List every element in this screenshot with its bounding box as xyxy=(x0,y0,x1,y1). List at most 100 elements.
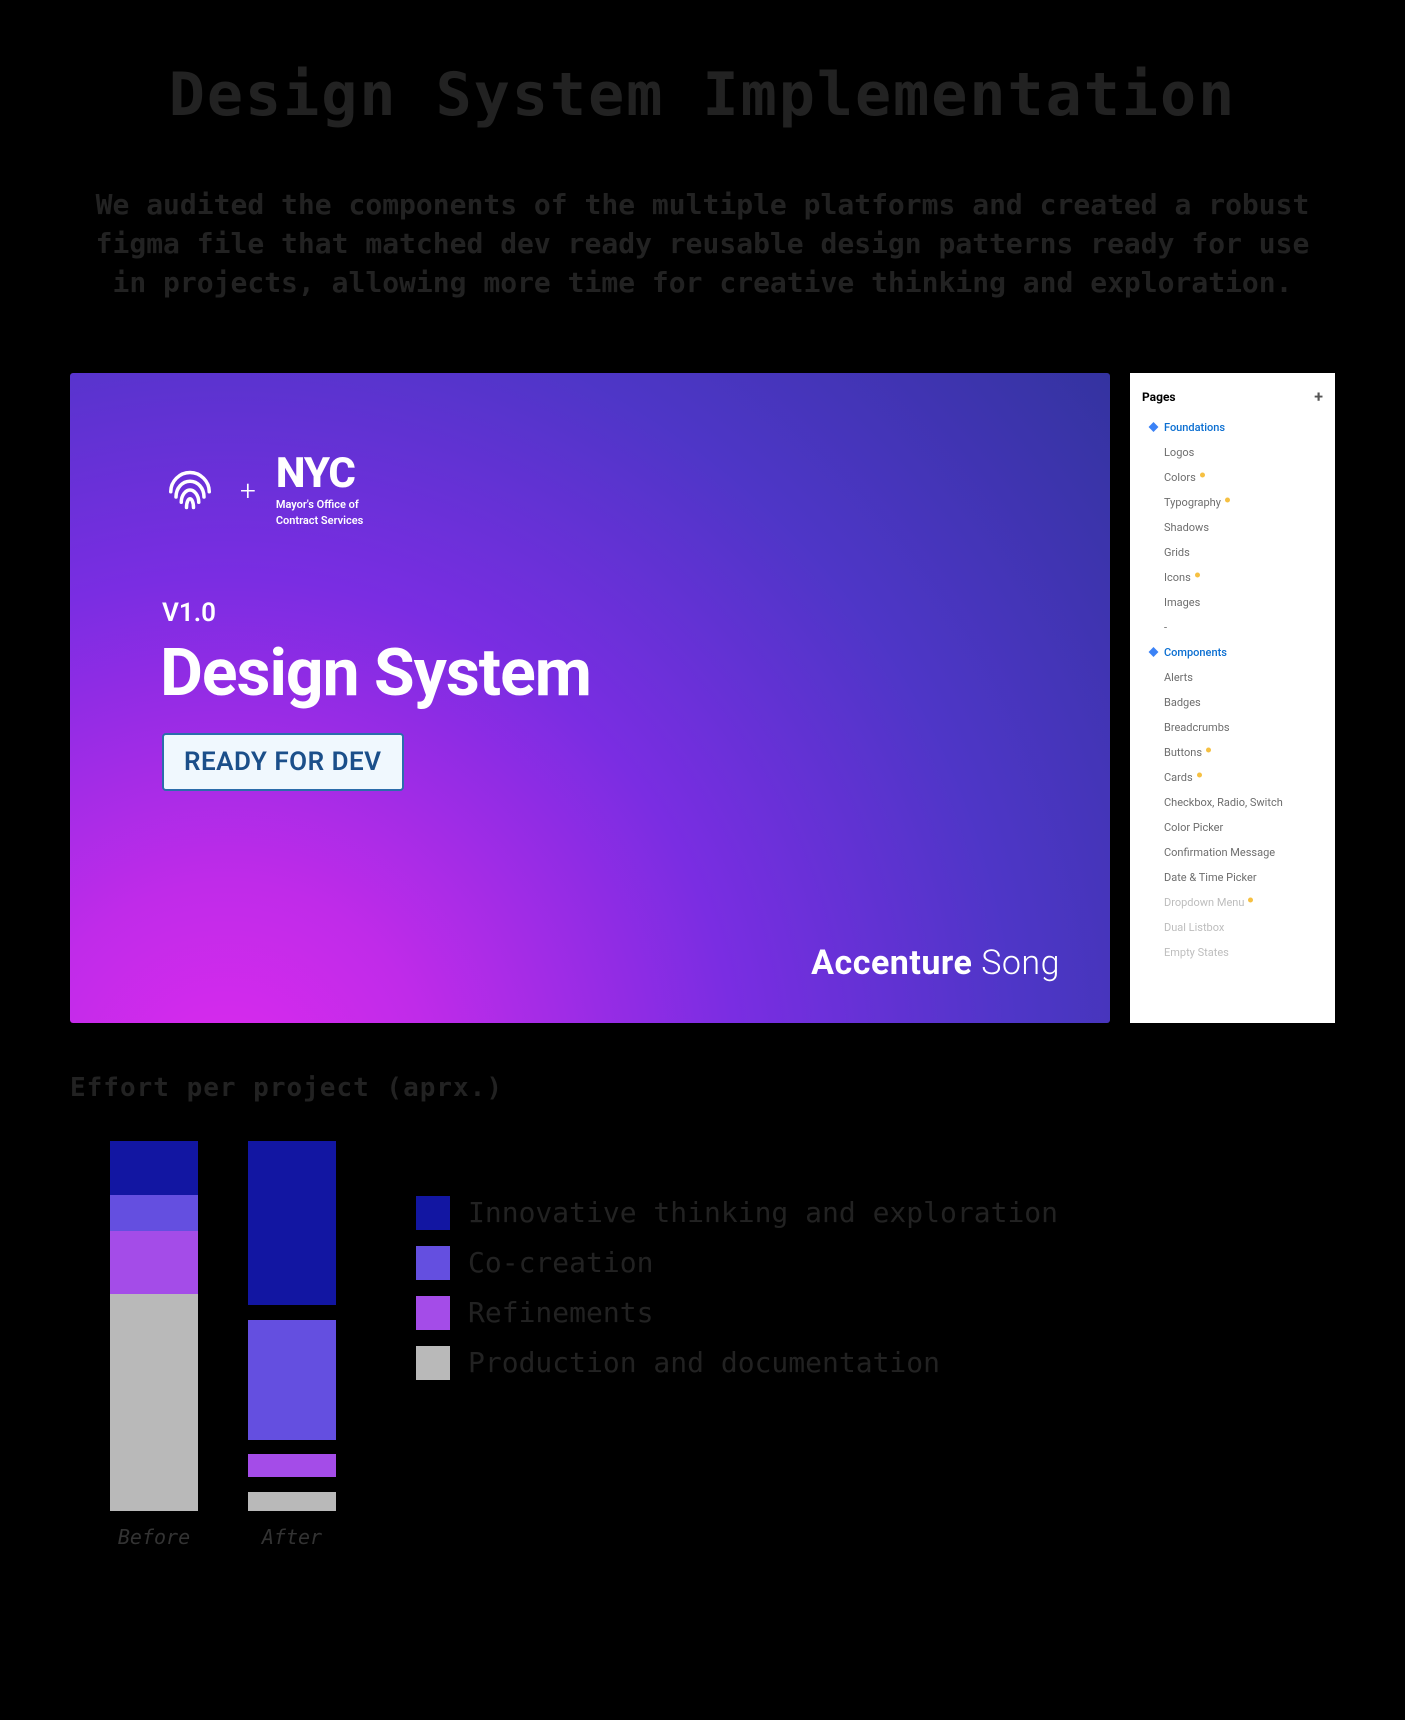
pages-item-label: Cards xyxy=(1164,771,1193,784)
pages-item-label: Components xyxy=(1164,646,1227,659)
chart-segment xyxy=(110,1294,198,1511)
pages-item[interactable]: Dual Listbox xyxy=(1130,915,1335,940)
chart-bar-column: After xyxy=(248,1141,336,1549)
chart-gap xyxy=(248,1440,336,1455)
pages-item-label: Color Picker xyxy=(1164,821,1223,834)
pages-item[interactable]: Cards xyxy=(1130,765,1335,790)
figma-pages-panel: Pages + Foundations Logos Colors Typography… xyxy=(1130,373,1335,1023)
legend-label: Production and documentation xyxy=(468,1346,940,1379)
chart-bars: Before After xyxy=(110,1141,336,1549)
pages-item[interactable]: Dropdown Menu xyxy=(1130,890,1335,915)
pages-item-label: Dropdown Menu xyxy=(1164,896,1244,909)
status-dot-icon xyxy=(1225,498,1230,503)
plus-glyph: + xyxy=(240,474,256,507)
legend-swatch xyxy=(416,1196,450,1230)
legend-label: Refinements xyxy=(468,1296,653,1329)
page-subtitle: We audited the components of the multipl… xyxy=(73,185,1333,303)
legend-row: Innovative thinking and exploration xyxy=(416,1196,1058,1230)
chart-segment xyxy=(110,1141,198,1195)
pages-item-label: Grids xyxy=(1164,546,1190,559)
pages-item-label: Shadows xyxy=(1164,521,1209,534)
pages-item-label: Buttons xyxy=(1164,746,1202,759)
chart-bar xyxy=(110,1141,198,1511)
chart-segment xyxy=(248,1454,336,1476)
pages-item-label: Images xyxy=(1164,596,1200,609)
status-dot-icon xyxy=(1248,898,1253,903)
chart-bar-label: Before xyxy=(118,1525,190,1549)
chart-legend: Innovative thinking and exploration Co-cr… xyxy=(416,1196,1058,1380)
chart-bar-label: After xyxy=(262,1525,322,1549)
pages-item-label: Foundations xyxy=(1164,421,1225,434)
pages-item-label: Icons xyxy=(1164,571,1191,584)
pages-item-label: Logos xyxy=(1164,446,1194,459)
pages-item-label: Empty States xyxy=(1164,946,1229,959)
legend-row: Co-creation xyxy=(416,1246,1058,1280)
chart-bar xyxy=(248,1141,336,1511)
chart-segment xyxy=(248,1320,336,1440)
pages-item[interactable]: Color Picker xyxy=(1130,815,1335,840)
legend-swatch xyxy=(416,1246,450,1280)
pages-item[interactable]: Breadcrumbs xyxy=(1130,715,1335,740)
pages-item-label: - xyxy=(1164,621,1167,634)
status-dot-icon xyxy=(1200,473,1205,478)
legend-row: Production and documentation xyxy=(416,1346,1058,1380)
status-dot-icon xyxy=(1206,748,1211,753)
pages-item[interactable]: Colors xyxy=(1130,465,1335,490)
pages-section[interactable]: Components xyxy=(1130,640,1335,665)
pages-item-label: Typography xyxy=(1164,496,1221,509)
pages-header-label: Pages xyxy=(1142,390,1176,404)
cover-brand: Accenture Song xyxy=(811,943,1060,983)
nyc-logo-title: NYC xyxy=(276,453,363,495)
nyc-logo: NYC Mayor's Office of Contract Services xyxy=(276,453,363,529)
cover-logos: + NYC Mayor's Office of Contract Service… xyxy=(160,453,363,529)
pages-item[interactable]: Checkbox, Radio, Switch xyxy=(1130,790,1335,815)
pages-item[interactable]: Date & Time Picker xyxy=(1130,865,1335,890)
pages-item-label: Alerts xyxy=(1164,671,1193,684)
chart-segment xyxy=(110,1231,198,1294)
pages-item[interactable]: Alerts xyxy=(1130,665,1335,690)
chart-segment xyxy=(248,1492,336,1511)
pages-item[interactable]: Logos xyxy=(1130,440,1335,465)
nyc-logo-line2: Contract Services xyxy=(276,514,363,528)
pages-item[interactable]: Buttons xyxy=(1130,740,1335,765)
legend-label: Co-creation xyxy=(468,1246,653,1279)
fingerprint-icon xyxy=(160,460,220,520)
chart-gap xyxy=(248,1305,336,1320)
pages-item[interactable]: Confirmation Message xyxy=(1130,840,1335,865)
pages-item-label: Dual Listbox xyxy=(1164,921,1224,934)
ready-for-dev-badge: READY FOR DEV xyxy=(162,733,404,791)
pages-item[interactable]: Shadows xyxy=(1130,515,1335,540)
pages-item-label: Confirmation Message xyxy=(1164,846,1275,859)
pages-item[interactable]: Images xyxy=(1130,590,1335,615)
pages-section[interactable]: Foundations xyxy=(1130,415,1335,440)
legend-swatch xyxy=(416,1346,450,1380)
legend-swatch xyxy=(416,1296,450,1330)
pages-item[interactable]: Badges xyxy=(1130,690,1335,715)
pages-item[interactable]: - xyxy=(1130,615,1335,640)
chart-title: Effort per project (aprx.) xyxy=(70,1073,1335,1103)
pages-item-label: Breadcrumbs xyxy=(1164,721,1230,734)
pages-item[interactable]: Empty States xyxy=(1130,940,1335,965)
pages-item-label: Colors xyxy=(1164,471,1196,484)
pages-list: Foundations Logos Colors Typography Shadows G… xyxy=(1130,411,1335,965)
pages-item[interactable]: Grids xyxy=(1130,540,1335,565)
legend-label: Innovative thinking and exploration xyxy=(468,1196,1058,1229)
chart-gap xyxy=(248,1477,336,1492)
cover-brand-light: Song xyxy=(972,943,1060,983)
pages-item[interactable]: Typography xyxy=(1130,490,1335,515)
legend-row: Refinements xyxy=(416,1296,1058,1330)
pages-item[interactable]: Icons xyxy=(1130,565,1335,590)
chart-segment xyxy=(248,1141,336,1305)
status-dot-icon xyxy=(1195,573,1200,578)
add-page-icon[interactable]: + xyxy=(1314,389,1323,405)
chart-segment xyxy=(110,1195,198,1231)
page-title: Design System Implementation xyxy=(70,60,1335,130)
nyc-logo-line1: Mayor's Office of xyxy=(276,498,363,512)
chart-bar-column: Before xyxy=(110,1141,198,1549)
pages-item-label: Badges xyxy=(1164,696,1201,709)
effort-chart: Before After Innovative thinking and expl… xyxy=(70,1141,1335,1549)
status-dot-icon xyxy=(1197,773,1202,778)
pages-item-label: Checkbox, Radio, Switch xyxy=(1164,796,1283,809)
pages-item-label: Date & Time Picker xyxy=(1164,871,1257,884)
design-system-cover: + NYC Mayor's Office of Contract Service… xyxy=(70,373,1110,1023)
